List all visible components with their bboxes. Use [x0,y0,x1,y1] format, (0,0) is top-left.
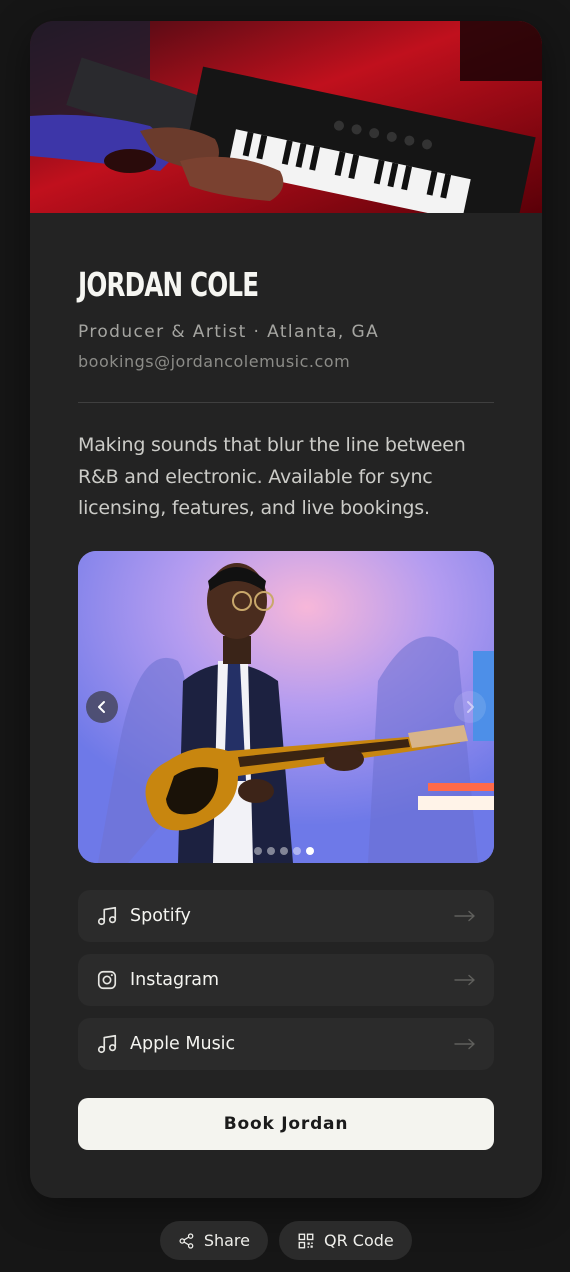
share-button[interactable]: Share [160,1221,268,1260]
carousel-dot[interactable] [267,847,275,855]
carousel-dot[interactable] [293,847,301,855]
music-note-icon [97,1034,117,1054]
carousel-next-button[interactable] [454,691,486,723]
hero-image [30,21,542,213]
link-label: Apple Music [130,1034,236,1054]
link-apple-music[interactable]: Apple Music [78,1018,494,1070]
carousel-prev-button[interactable] [86,691,118,723]
carousel-dot[interactable] [306,847,314,855]
divider [78,402,494,403]
chevron-left-icon [98,701,105,713]
qr-code-button[interactable]: QR Code [279,1221,412,1260]
instagram-icon [97,970,117,990]
share-icon [179,1232,194,1249]
carousel-dot[interactable] [254,847,262,855]
qr-code-icon [298,1233,314,1248]
carousel-indicators [254,847,314,855]
carousel-photo [78,551,494,863]
chevron-right-icon [467,701,474,713]
profile-card: Jordan Cole Producer & Artist · Atlanta,… [30,21,542,1198]
arrow-right-icon [454,1038,476,1050]
music-note-icon [97,906,117,926]
artist-name: Jordan Cole [78,265,259,304]
arrow-right-icon [454,974,476,986]
qr-code-label: QR Code [324,1231,394,1250]
artist-role: Producer & Artist · Atlanta, GA [78,322,380,342]
link-spotify[interactable]: Spotify [78,890,494,942]
book-button[interactable]: Book Jordan [78,1098,494,1150]
carousel-dot[interactable] [280,847,288,855]
arrow-right-icon [454,910,476,922]
link-instagram[interactable]: Instagram [78,954,494,1006]
share-label: Share [203,1231,250,1250]
photo-carousel[interactable] [78,551,494,863]
link-label: Spotify [130,906,191,926]
booking-email[interactable]: bookings@jordancolemusic.com [78,352,350,371]
link-label: Instagram [130,970,220,990]
artist-bio: Making sounds that blur the line between… [78,434,466,519]
